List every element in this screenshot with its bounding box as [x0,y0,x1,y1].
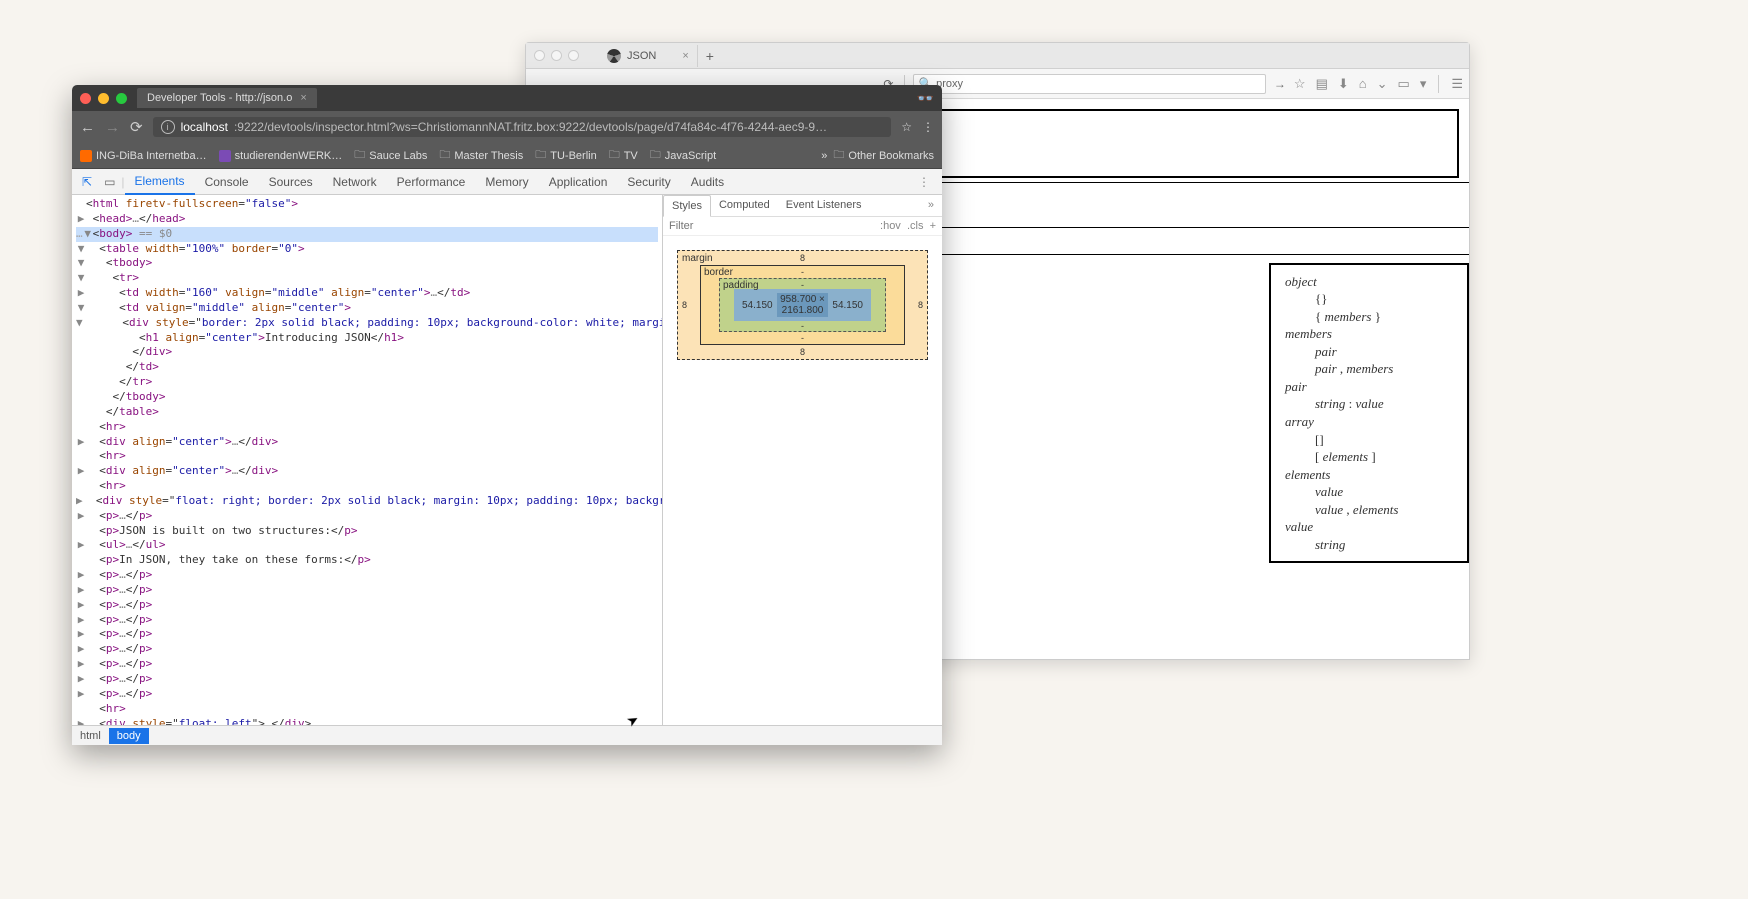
chevron-down-icon[interactable]: ▾ [1420,76,1427,92]
bookmark-item[interactable]: ING-DiBa Internetba… [80,150,207,162]
styles-more-icon[interactable]: » [920,195,942,216]
url-field[interactable]: i localhost:9222/devtools/inspector.html… [153,117,892,137]
favicon-icon [607,49,621,63]
tab-title: JSON [627,50,656,62]
devtools-titlebar[interactable]: Developer Tools - http://json.o× 👓 [72,85,942,111]
star-icon[interactable]: ☆ [901,120,912,134]
back-button[interactable]: ← [80,119,95,136]
forward-button[interactable]: → [105,119,120,136]
tab-console[interactable]: Console [195,170,259,194]
styles-tab-computed[interactable]: Computed [711,195,778,216]
chevron-right-icon[interactable]: » [821,150,827,162]
devtools-urlbar: ← → ⟳ i localhost:9222/devtools/inspecto… [72,111,942,143]
ff-minimize-button[interactable] [551,50,562,61]
styles-tab-event-listeners[interactable]: Event Listeners [778,195,870,216]
devtools-tabs: ⇱ ▭ | Elements Console Sources Network P… [72,169,942,195]
tab-sources[interactable]: Sources [259,170,323,194]
star-icon[interactable]: ☆ [1294,76,1306,92]
hov-toggle[interactable]: :hov [880,220,901,232]
ff-maximize-button[interactable] [568,50,579,61]
tabs-more-icon[interactable]: ⋮ [910,175,938,189]
tab-network[interactable]: Network [323,170,387,194]
devtools-window: Developer Tools - http://json.o× 👓 ← → ⟳… [72,85,942,745]
ff-close-button[interactable] [534,50,545,61]
styles-panel: Styles Computed Event Listeners » :hov .… [662,195,942,725]
close-icon[interactable]: × [300,92,306,104]
bookmark-folder[interactable]: 🗀Sauce Labs [354,146,427,165]
crumb-body[interactable]: body [109,728,149,744]
styles-tab-styles[interactable]: Styles [663,195,711,217]
tab-performance[interactable]: Performance [387,170,476,194]
dt-close-button[interactable] [80,93,91,104]
box-model[interactable]: margin 8 8 8 8 border - - padding - - [663,236,942,374]
menu-icon[interactable]: ☰ [1451,76,1463,92]
bookmark-folder[interactable]: 🗀TU-Berlin [535,146,596,165]
crumb-html[interactable]: html [72,728,109,744]
tab-memory[interactable]: Memory [475,170,538,194]
library-icon[interactable]: ▤ [1316,76,1328,92]
bookmark-folder[interactable]: 🗀TV [609,146,638,165]
bookmark-folder[interactable]: 🗀JavaScript [650,146,716,165]
firefox-tab-json[interactable]: JSON × [599,45,698,67]
bookmarks-bar: ING-DiBa Internetba… studierendenWERK… 🗀… [72,143,942,169]
firefox-search-box[interactable]: 🔍 proxy [913,74,1265,94]
tab-elements[interactable]: Elements [125,169,195,195]
tab-audits[interactable]: Audits [681,170,734,194]
breadcrumb: html body [72,725,942,745]
go-arrow-icon[interactable]: → [1272,76,1288,92]
download-icon[interactable]: ⬇ [1338,76,1349,92]
devtools-chrome-tab[interactable]: Developer Tools - http://json.o× [137,88,317,108]
bookmark-folder[interactable]: 🗀Master Thesis [439,146,523,165]
tab-application[interactable]: Application [539,170,618,194]
close-icon[interactable]: × [682,50,688,62]
add-rule-icon[interactable]: + [930,220,936,232]
sidebar-icon[interactable]: ▭ [1398,76,1410,92]
firefox-titlebar[interactable]: JSON × + [526,43,1469,69]
dt-maximize-button[interactable] [116,93,127,104]
device-toolbar-icon[interactable]: ▭ [98,171,121,193]
inspect-element-icon[interactable]: ⇱ [76,171,98,193]
bookmark-item[interactable]: studierendenWERK… [219,150,343,162]
menu-icon[interactable]: ⋮ [922,120,934,134]
incognito-icon: 👓 [917,90,934,107]
json-grammar-box: object {} { members } members pair pair … [1269,263,1469,564]
tab-security[interactable]: Security [617,170,680,194]
elements-panel[interactable]: <html firetv-fullscreen="false">▶ <head>… [72,195,662,725]
cls-toggle[interactable]: .cls [907,220,924,232]
info-icon[interactable]: i [161,120,175,134]
dt-minimize-button[interactable] [98,93,109,104]
reload-button[interactable]: ⟳ [130,118,143,136]
other-bookmarks-folder[interactable]: 🗀Other Bookmarks [833,146,934,165]
home-icon[interactable]: ⌂ [1359,76,1367,91]
pocket-icon[interactable]: ⌄ [1377,76,1388,92]
firefox-traffic-lights[interactable] [534,50,579,61]
new-tab-button[interactable]: + [698,46,722,66]
styles-filter-input[interactable] [669,220,880,232]
